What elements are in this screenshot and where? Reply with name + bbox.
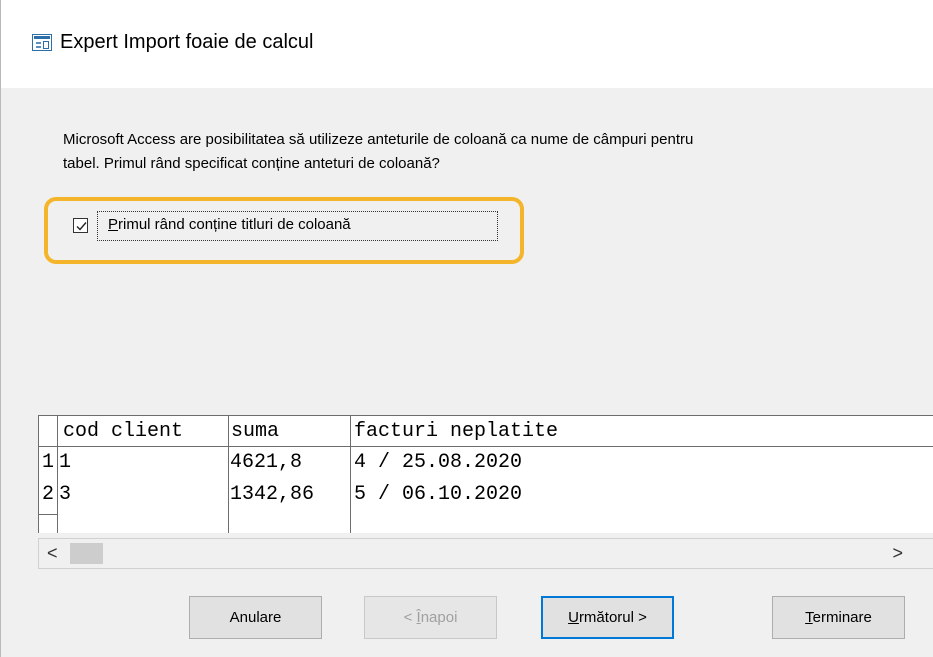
table-cell: 1342,86 xyxy=(230,483,315,506)
table-cell: 5 / 06.10.2020 xyxy=(354,483,523,506)
label-accelerator: P xyxy=(108,216,119,233)
scroll-thumb[interactable] xyxy=(70,543,103,564)
first-row-headers-checkbox[interactable] xyxy=(73,218,88,233)
back-prefix: < xyxy=(403,609,417,626)
next-accelerator: U xyxy=(568,609,579,626)
table-cell: 4621,8 xyxy=(230,451,303,474)
finish-accelerator: T xyxy=(805,609,813,626)
import-wizard-window: Expert Import foaie de calcul Microsoft … xyxy=(0,0,933,657)
back-label: napoi xyxy=(420,609,458,626)
scroll-right-icon[interactable]: > xyxy=(892,543,903,564)
row-number: 1 xyxy=(42,451,55,474)
window-title: Expert Import foaie de calcul xyxy=(60,31,314,53)
finish-button[interactable]: Terminare xyxy=(772,596,905,639)
table-cell: 3 xyxy=(59,483,72,506)
spreadsheet-import-icon xyxy=(32,34,52,51)
back-button[interactable]: < Înapoi xyxy=(364,596,497,639)
first-row-headers-label[interactable]: Primul rând conține titluri de coloană xyxy=(97,211,498,241)
table-cell: 4 / 25.08.2020 xyxy=(354,451,523,474)
row-number: 2 xyxy=(42,483,55,506)
label-text: rimul rând conține titluri de coloană xyxy=(118,216,351,233)
horizontal-scrollbar[interactable]: < > xyxy=(38,538,933,569)
column-header-suma[interactable]: suma xyxy=(231,418,279,446)
finish-label: erminare xyxy=(812,609,872,626)
cancel-button[interactable]: Anulare xyxy=(189,596,322,639)
next-label: rmătorul > xyxy=(578,609,647,626)
instruction-text: Microsoft Access are posibilitatea să ut… xyxy=(63,128,933,176)
instruction-line-1: Microsoft Access are posibilitatea să ut… xyxy=(63,131,694,148)
next-button[interactable]: Următorul > xyxy=(541,596,674,639)
title-bar: Expert Import foaie de calcul xyxy=(1,0,933,88)
column-header-cod-client[interactable]: cod client xyxy=(63,418,183,446)
data-preview-grid[interactable]: cod client suma facturi neplatite 1 1 46… xyxy=(38,415,933,533)
table-cell: 1 xyxy=(59,451,72,474)
scroll-left-icon[interactable]: < xyxy=(47,543,58,564)
instruction-line-2: tabel. Primul rând specificat conține an… xyxy=(63,155,440,172)
cancel-label: Anulare xyxy=(229,609,282,626)
checkmark-icon xyxy=(76,222,87,231)
column-header-facturi-neplatite[interactable]: facturi neplatite xyxy=(354,418,558,446)
